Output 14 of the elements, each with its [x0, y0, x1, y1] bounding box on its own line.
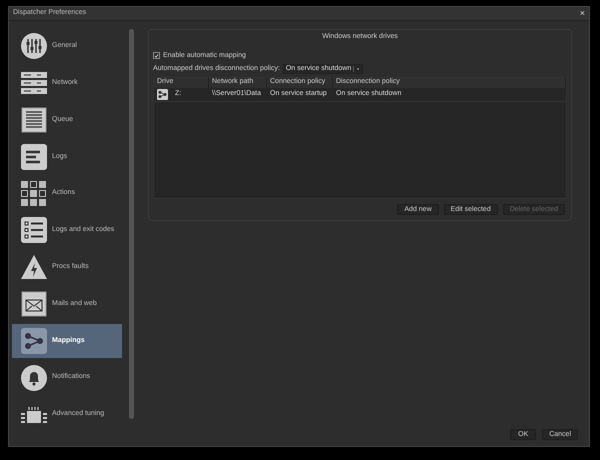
close-button[interactable]: ×	[580, 9, 585, 18]
warning-bolt-icon	[21, 255, 47, 280]
scrollbar[interactable]	[129, 29, 134, 419]
sliders-icon	[21, 33, 47, 60]
share-nodes-icon	[21, 328, 47, 354]
envelope-window-icon	[21, 291, 47, 318]
chip-icon	[21, 406, 47, 423]
checklist-icon	[21, 217, 47, 244]
server-rack-icon	[21, 72, 47, 94]
bell-icon	[21, 364, 47, 391]
list-window-icon	[21, 107, 47, 134]
grid-icon	[21, 180, 47, 207]
checkbox[interactable]	[153, 52, 160, 60]
text-lines-icon	[21, 144, 47, 170]
